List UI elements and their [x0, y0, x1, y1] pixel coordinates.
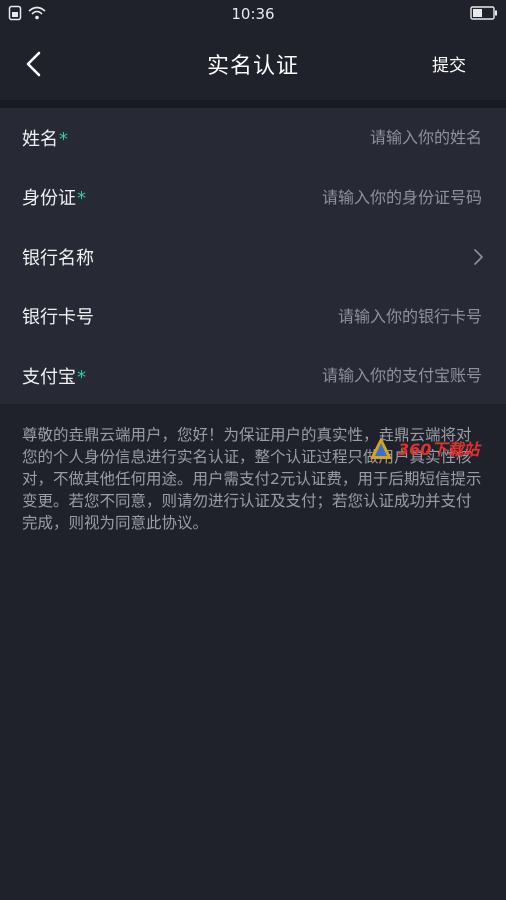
id-card-input[interactable]	[220, 186, 484, 208]
id-card-label: 身份证	[22, 188, 76, 210]
name-label: 姓名	[22, 128, 58, 150]
page-title: 实名认证	[206, 54, 299, 79]
back-button[interactable]	[14, 44, 54, 84]
required-marker: *	[77, 188, 86, 210]
notification-icon	[8, 5, 22, 25]
status-bar: 10:36	[0, 0, 506, 28]
form-row-bank-card[interactable]: 银行卡号	[0, 287, 506, 347]
submit-button[interactable]: 提交	[432, 51, 466, 76]
bank-name-label: 银行名称	[22, 247, 94, 269]
form-row-alipay[interactable]: 支付宝*	[0, 346, 506, 406]
form-row-id-card[interactable]: 身份证*	[0, 168, 506, 228]
required-marker: *	[59, 128, 68, 150]
bank-card-label: 银行卡号	[22, 307, 94, 329]
alipay-input[interactable]	[220, 365, 484, 387]
watermark-logo-icon	[370, 437, 392, 459]
watermark: 360下载站	[368, 430, 498, 466]
form-row-name[interactable]: 姓名*	[0, 108, 506, 168]
wifi-icon	[28, 6, 46, 24]
name-input[interactable]	[220, 127, 484, 149]
bank-card-input[interactable]	[220, 305, 484, 327]
verification-form: 姓名* 身份证* 银行名称 银行卡号 支付宝*	[0, 108, 506, 404]
status-time: 10:36	[231, 5, 275, 23]
chevron-right-icon[interactable]	[472, 248, 484, 266]
required-marker: *	[77, 366, 86, 388]
header-divider	[0, 100, 506, 108]
alipay-label: 支付宝	[22, 366, 76, 388]
battery-icon	[470, 6, 498, 24]
watermark-text: 360下载站	[398, 440, 480, 459]
back-arrow-icon	[26, 51, 41, 77]
form-row-bank-name[interactable]: 银行名称	[0, 227, 506, 287]
nav-bar: 实名认证 提交	[0, 28, 506, 100]
